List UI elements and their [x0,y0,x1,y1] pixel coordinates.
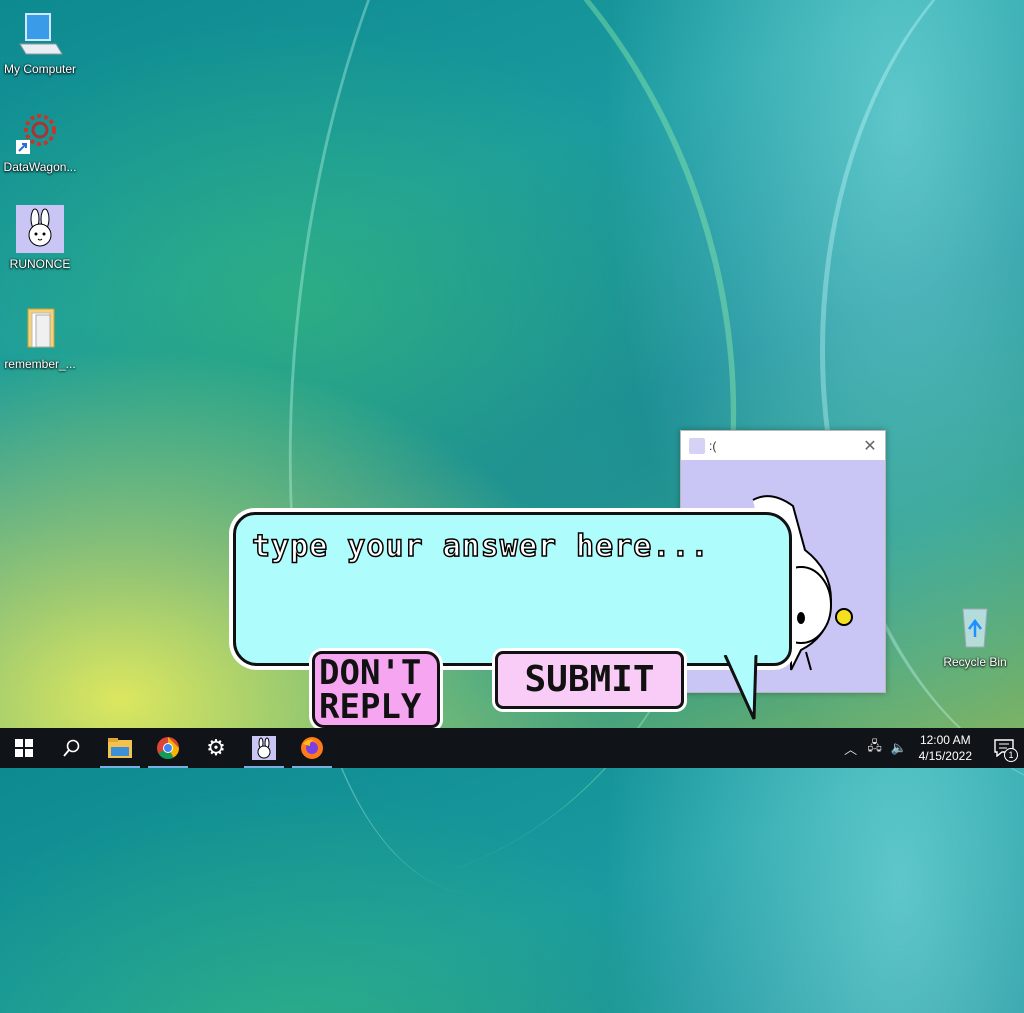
desktop-icon-my-computer[interactable]: My Computer [0,10,80,76]
desktop-icon-remember[interactable]: remember_... [0,305,80,371]
recycle-bin-icon [951,603,999,651]
desktop-icon-label: remember_... [4,357,76,371]
taskbar-settings[interactable]: ⚙ [192,728,240,768]
system-tray: ︿ 🖧 🔈 12:00 AM 4/15/2022 1 [839,728,1024,768]
bunny-icon [16,205,64,253]
taskbar-bunny-app[interactable] [240,728,288,768]
bunny-icon [689,437,705,454]
desktop-icon-datawagon[interactable]: DataWagon... [0,108,80,174]
close-button[interactable]: ✕ [855,436,885,456]
chrome-icon [157,737,179,759]
settings-gear-icon: ⚙ [206,735,226,760]
desktop-icon-label: My Computer [3,62,77,76]
window-titlebar[interactable]: :( ✕ [681,431,885,460]
taskbar-chrome[interactable] [144,728,192,768]
dont-reply-button[interactable]: DON'T REPLY [312,651,440,728]
volume-icon[interactable]: 🔈 [887,740,911,756]
firefox-icon [301,737,323,759]
search-icon [63,739,80,757]
desktop-icon-recycle-bin[interactable]: Recycle Bin [935,603,1015,669]
desktop-icon-runonce[interactable]: RUNONCE [0,205,80,271]
dont-reply-label-line2: REPLY [319,687,422,727]
answer-input-placeholder[interactable]: type your answer here... [251,528,709,565]
window-title: :( [709,438,717,453]
desktop-icon-label: Recycle Bin [943,655,1007,669]
notification-count-badge: 1 [1004,748,1018,762]
start-button[interactable] [0,728,48,768]
notification-center-button[interactable]: 1 [984,728,1024,768]
taskbar-file-explorer[interactable] [96,728,144,768]
desktop-icon-label: RUNONCE [9,257,71,271]
clock-date: 4/15/2022 [918,749,972,763]
computer-icon [16,10,64,58]
file-explorer-icon [108,738,132,758]
folder-icon [16,305,64,353]
answer-input-bubble[interactable]: type your answer here... [233,512,792,666]
chevron-up-icon[interactable]: ︿ [839,739,863,758]
datawagon-icon [16,108,64,156]
speech-bubble-tail [723,655,758,720]
search-button[interactable] [48,728,96,768]
clock[interactable]: 12:00 AM 4/15/2022 [919,732,972,764]
start-icon [15,739,33,757]
submit-button[interactable]: SUBMIT [495,651,684,709]
network-icon[interactable]: 🖧 [863,737,887,759]
taskbar: ⚙ ︿ 🖧 🔈 12:00 AM 4/15/2022 1 [0,728,1024,768]
taskbar-firefox[interactable] [288,728,336,768]
submit-label: SUBMIT [524,659,655,700]
desktop-icon-label: DataWagon... [3,160,77,174]
clock-time: 12:00 AM [919,733,971,747]
bunny-app-icon [252,736,276,760]
dont-reply-label-line1: DON'T [319,653,422,693]
